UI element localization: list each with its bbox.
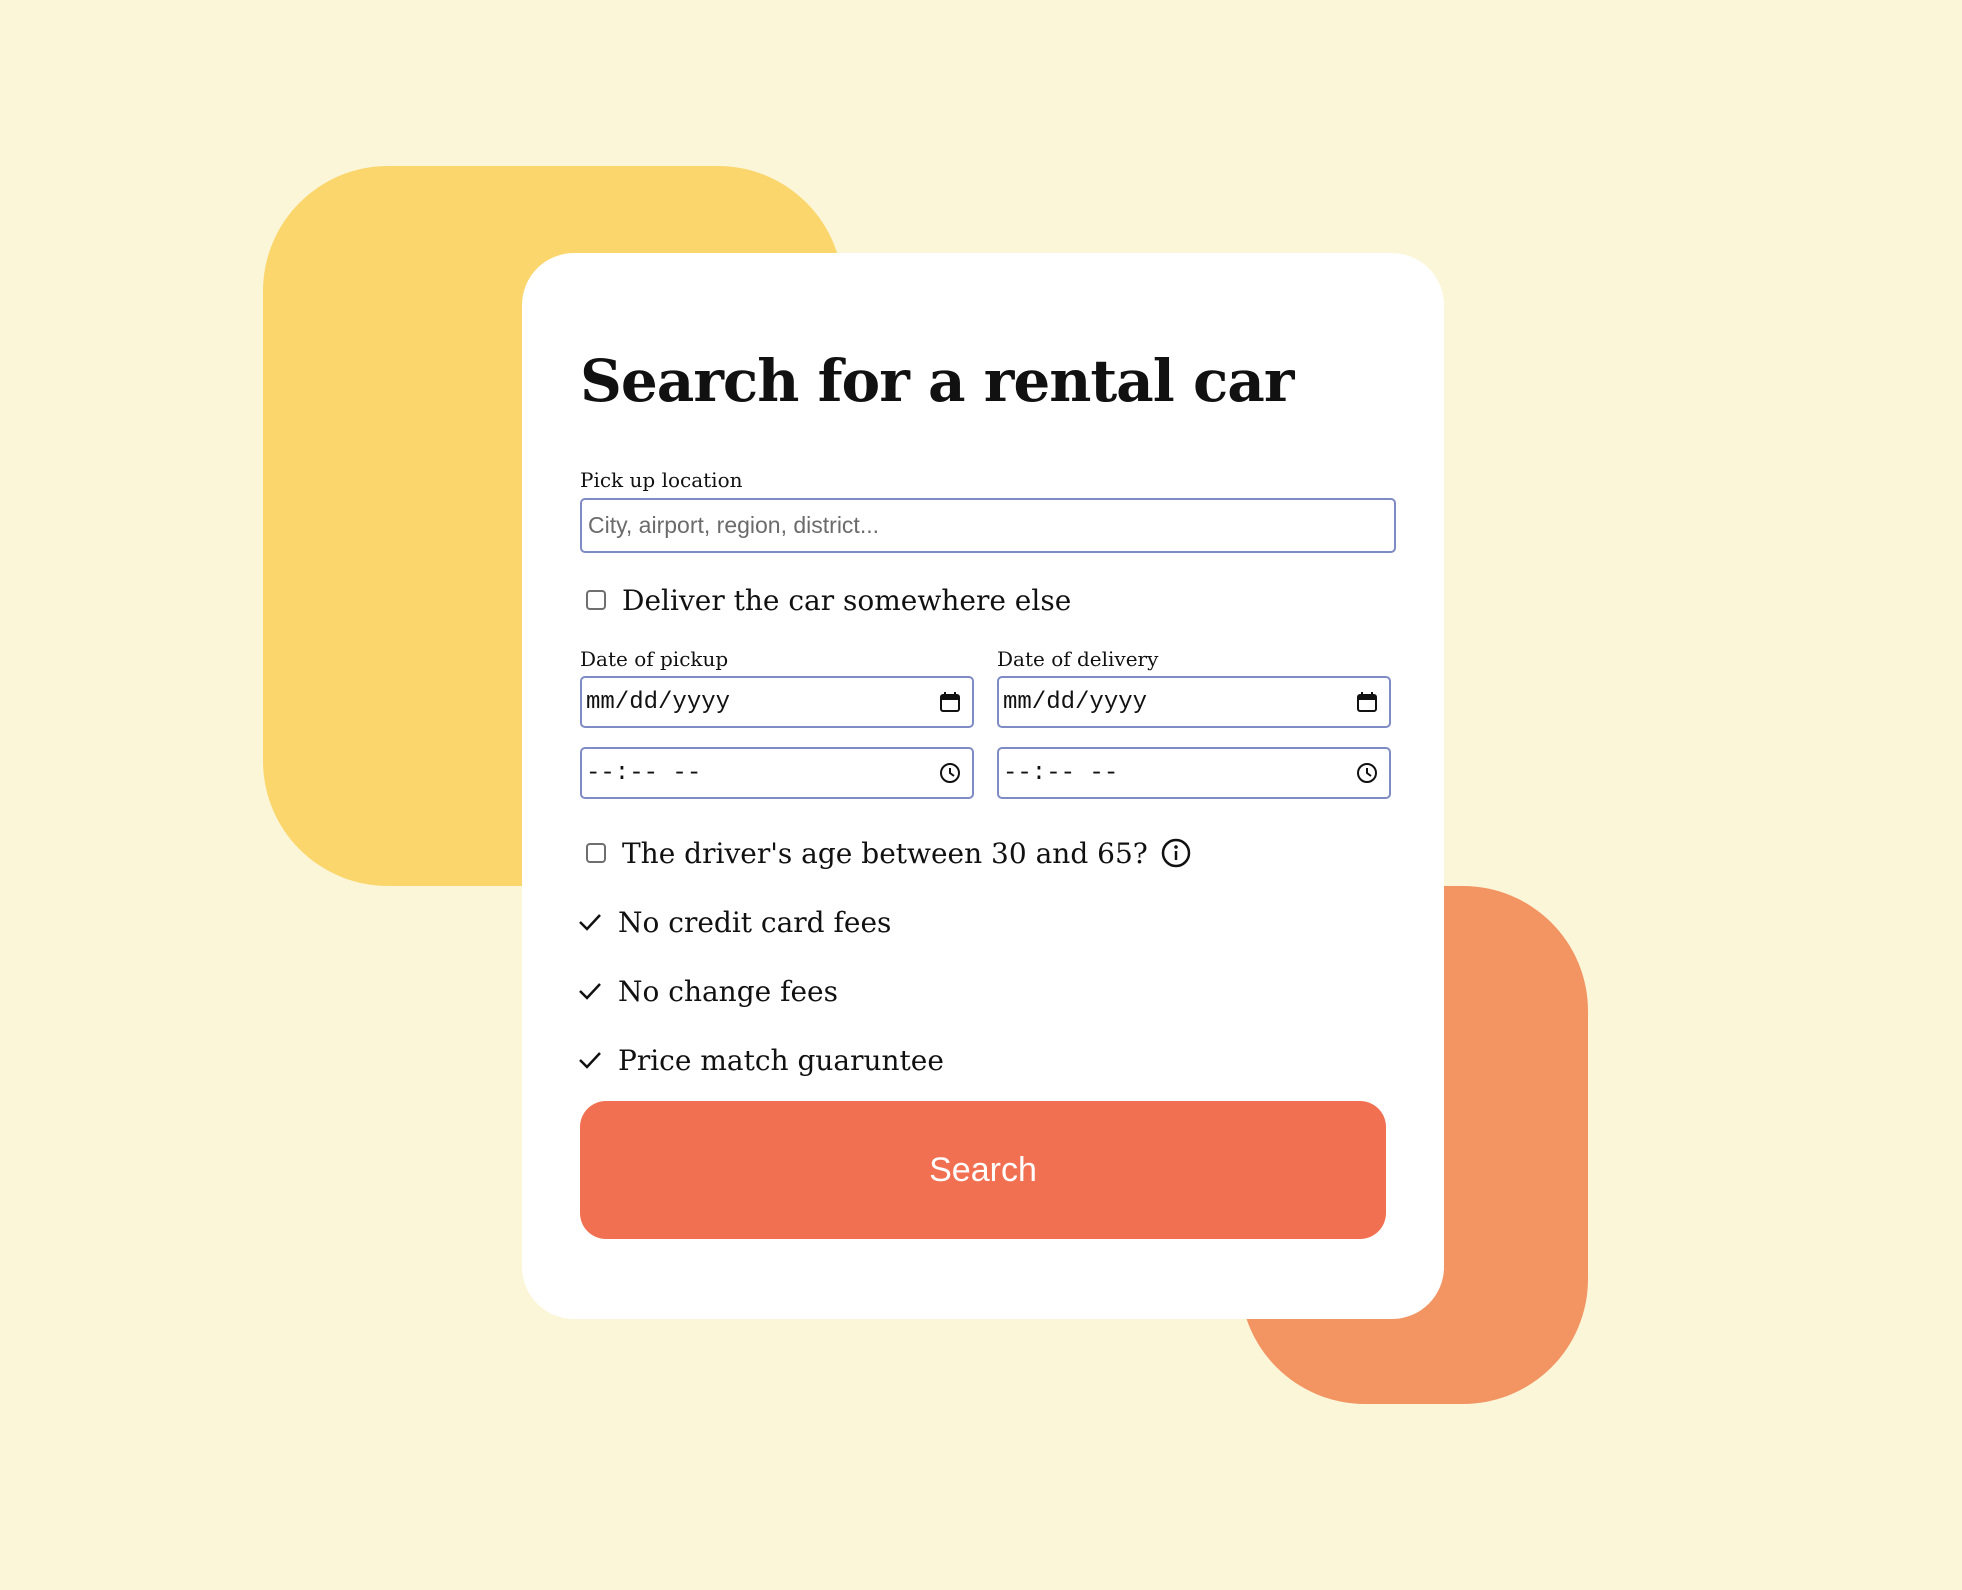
pickup-date-placeholder: mm/dd/yyyy <box>586 688 731 716</box>
date-of-pickup-label: Date of pickup <box>580 647 729 671</box>
deliver-elsewhere-label: Deliver the car somewhere else <box>622 583 1072 617</box>
perk-item: No change fees <box>576 970 838 1012</box>
delivery-time-input[interactable]: --:-- -- <box>997 747 1391 799</box>
pickup-time-input[interactable]: --:-- -- <box>580 747 974 799</box>
delivery-date-placeholder: mm/dd/yyyy <box>1003 688 1148 716</box>
checkmark-icon <box>576 1046 604 1074</box>
calendar-icon[interactable] <box>1353 688 1381 716</box>
page-title: Search for a rental car <box>580 347 1294 415</box>
checkmark-icon <box>576 908 604 936</box>
perk-label: Price match guaruntee <box>618 1043 944 1077</box>
calendar-icon[interactable] <box>936 688 964 716</box>
perk-label: No credit card fees <box>618 905 892 939</box>
pickup-location-input[interactable] <box>580 498 1396 553</box>
deliver-elsewhere-checkbox[interactable] <box>586 590 606 610</box>
perk-item: Price match guaruntee <box>576 1039 944 1081</box>
delivery-time-placeholder: --:-- -- <box>1003 759 1119 787</box>
pickup-date-input[interactable]: mm/dd/yyyy <box>580 676 974 728</box>
clock-icon[interactable] <box>1353 759 1381 787</box>
perk-item: No credit card fees <box>576 901 891 943</box>
pickup-location-label: Pick up location <box>580 468 743 492</box>
delivery-date-input[interactable]: mm/dd/yyyy <box>997 676 1391 728</box>
rental-search-card: Search for a rental car Pick up location… <box>522 253 1444 1319</box>
checkmark-icon <box>576 977 604 1005</box>
driver-age-checkbox[interactable] <box>586 843 606 863</box>
driver-age-label: The driver's age between 30 and 65? <box>622 836 1148 870</box>
driver-age-row[interactable]: The driver's age between 30 and 65? <box>578 832 1192 874</box>
search-button[interactable]: Search <box>580 1101 1386 1239</box>
deliver-elsewhere-row[interactable]: Deliver the car somewhere else <box>578 579 1071 621</box>
info-icon[interactable] <box>1160 837 1192 869</box>
date-of-delivery-label: Date of delivery <box>997 647 1159 671</box>
perk-label: No change fees <box>618 974 838 1008</box>
pickup-time-placeholder: --:-- -- <box>586 759 702 787</box>
clock-icon[interactable] <box>936 759 964 787</box>
